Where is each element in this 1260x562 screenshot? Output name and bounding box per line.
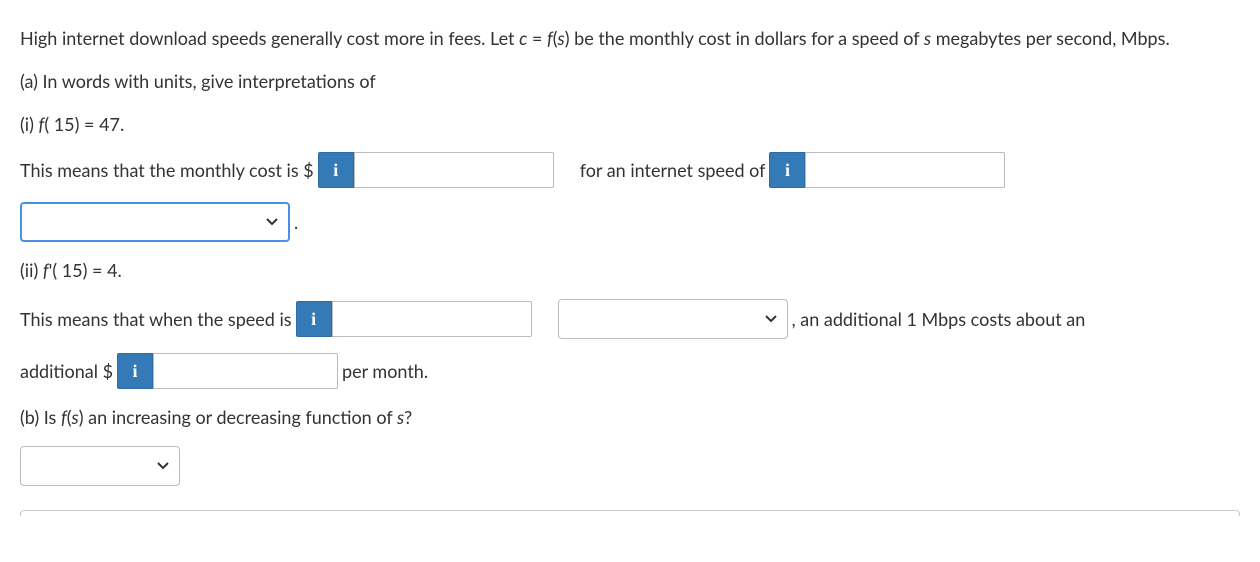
period: . bbox=[294, 208, 298, 237]
part-a-ii-label: (ii) f'( 15) = 4. bbox=[20, 256, 1240, 285]
additional-cost-input-group: i bbox=[117, 353, 338, 389]
a-i-text: (i) f( 15) = 47. bbox=[20, 110, 124, 139]
a-ii-sentence1: This means that when the speed is bbox=[20, 305, 292, 334]
increasing-decreasing-select[interactable] bbox=[20, 446, 180, 486]
speed2-input-group: i bbox=[296, 301, 532, 337]
speed2-input[interactable] bbox=[332, 301, 532, 337]
info-icon[interactable]: i bbox=[117, 353, 153, 389]
intro-paragraph: High internet download speeds generally … bbox=[20, 24, 1240, 53]
part-a-label: (a) In words with units, give interpreta… bbox=[20, 67, 1240, 96]
part-b-text: (b) Is f(s) an increasing or decreasing … bbox=[20, 403, 412, 432]
speed-input[interactable] bbox=[805, 152, 1005, 188]
a-i-sentence1: This means that the monthly cost is $ bbox=[20, 156, 314, 185]
cost-input-group: i bbox=[318, 152, 554, 188]
info-icon[interactable]: i bbox=[318, 152, 354, 188]
part-b-select-row bbox=[20, 446, 1240, 486]
a-ii-sentence-row-2: additional $ i per month. bbox=[20, 353, 1240, 389]
speed-input-group: i bbox=[769, 152, 1005, 188]
unit2-select[interactable] bbox=[558, 299, 788, 339]
info-icon[interactable]: i bbox=[769, 152, 805, 188]
a-i-select-row: . bbox=[20, 202, 1240, 242]
a-ii-sentence4: per month. bbox=[342, 357, 428, 386]
a-i-sentence-row: This means that the monthly cost is $ i … bbox=[20, 152, 1240, 188]
intro-text: High internet download speeds generally … bbox=[20, 24, 1170, 53]
additional-cost-input[interactable] bbox=[153, 353, 338, 389]
info-icon[interactable]: i bbox=[296, 301, 332, 337]
unit-select[interactable] bbox=[20, 202, 290, 242]
part-b-label: (b) Is f(s) an increasing or decreasing … bbox=[20, 403, 1240, 432]
part-a-text: (a) In words with units, give interpreta… bbox=[20, 67, 376, 96]
cost-input[interactable] bbox=[354, 152, 554, 188]
a-ii-text: (ii) f'( 15) = 4. bbox=[20, 256, 122, 285]
a-ii-sentence3: additional $ bbox=[20, 357, 113, 386]
a-i-sentence2: for an internet speed of bbox=[580, 156, 766, 185]
comma-and-sentence2: , an additional 1 Mbps costs about an bbox=[792, 305, 1086, 334]
part-a-i-label: (i) f( 15) = 47. bbox=[20, 110, 1240, 139]
divider-line bbox=[20, 510, 1240, 516]
a-ii-sentence-row-1: This means that when the speed is i , an… bbox=[20, 299, 1240, 339]
